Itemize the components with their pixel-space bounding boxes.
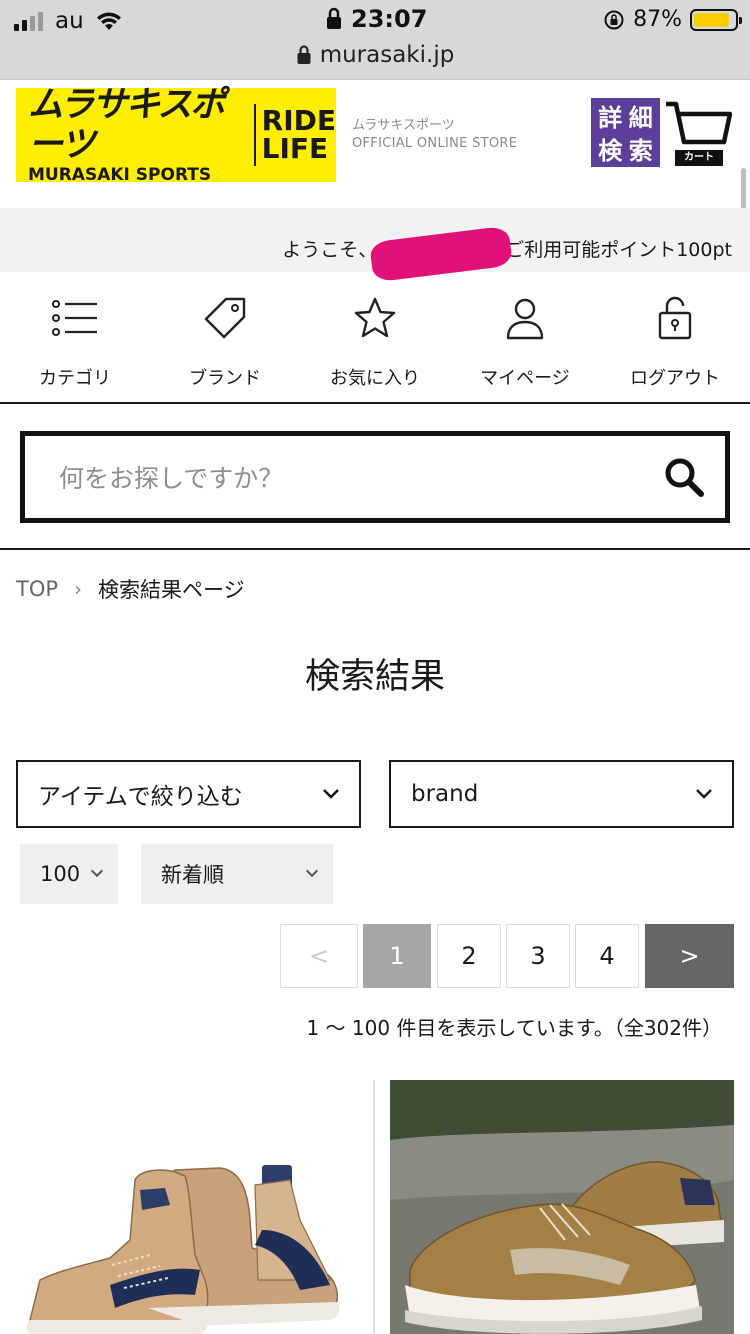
item-filter-value: アイテムで絞り込む <box>38 784 243 810</box>
logo-jp: ムラサキスポーツ <box>28 85 225 165</box>
store-name-jp: ムラサキスポーツ <box>352 118 455 133</box>
adv-search-char-1: 詳 <box>598 104 623 132</box>
welcome-text: ようこそ、 ご利用可能ポイント100pt <box>282 225 732 283</box>
nav-item-category[interactable]: カテゴリ <box>0 272 150 402</box>
pagination-page-3[interactable]: 3 <box>506 924 570 988</box>
pagination-page-4[interactable]: 4 <box>575 924 639 988</box>
star-icon <box>349 292 401 344</box>
user-icon <box>499 292 551 344</box>
search-button[interactable] <box>661 454 707 500</box>
product-image <box>390 1080 734 1334</box>
adv-search-char-4: 索 <box>628 137 653 165</box>
brand-filter-value: brand <box>411 781 479 807</box>
welcome-points: ご利用可能ポイント100pt <box>505 238 732 261</box>
pagination-page-1[interactable]: 1 <box>363 924 431 988</box>
store-name-en: OFFICIAL ONLINE STORE <box>352 136 518 151</box>
url-text: murasaki.jp <box>319 42 455 68</box>
per-page-value: 100 <box>40 862 81 886</box>
nav-label-logout: ログアウト <box>630 368 720 389</box>
pagination-next[interactable]: > <box>645 924 734 988</box>
nav-item-logout[interactable]: ログアウト <box>600 272 750 402</box>
sort-value: 新着順 <box>161 863 224 887</box>
logo-en: MURASAKI SPORTS <box>28 165 212 185</box>
logo-wordmark: ムラサキスポーツ MURASAKI SPORTS <box>16 85 248 185</box>
product-card[interactable] <box>0 1080 372 1334</box>
status-right: 87% <box>603 7 742 32</box>
breadcrumb-current: 検索結果ページ <box>98 578 245 602</box>
signal-icon <box>14 11 43 31</box>
page-title: 検索結果 <box>304 657 445 697</box>
logo-divider <box>253 104 256 166</box>
nav-item-favorites[interactable]: お気に入り <box>300 272 450 402</box>
logo-tagline-life: LIFE <box>261 132 329 165</box>
tag-icon <box>199 292 251 344</box>
search-input[interactable] <box>59 456 639 500</box>
nav-label-brand: ブランド <box>189 368 261 389</box>
nav-item-mypage[interactable]: マイページ <box>450 272 600 402</box>
result-count: 1 〜 100 件目を表示しています。（全302件） <box>306 1016 722 1040</box>
divider <box>0 548 750 550</box>
nav-label-category: カテゴリ <box>39 368 111 389</box>
pagination-prev[interactable]: < <box>280 924 358 988</box>
status-center: 23:07 <box>325 5 427 33</box>
brand-filter-select[interactable]: brand <box>389 760 734 828</box>
adv-search-char-2: 細 <box>628 104 653 132</box>
welcome-bar: ようこそ、 ご利用可能ポイント100pt <box>0 208 750 283</box>
chevron-down-icon <box>696 789 712 799</box>
carrier-label: au <box>55 8 84 34</box>
site-logo[interactable]: ムラサキスポーツ MURASAKI SPORTS RIDE LIFE <box>16 85 336 185</box>
item-filter-select[interactable]: アイテムで絞り込む <box>16 760 361 828</box>
wifi-icon <box>96 12 121 30</box>
product-card[interactable] <box>390 1080 734 1334</box>
product-divider <box>373 1080 375 1334</box>
welcome-prefix: ようこそ、 <box>282 238 378 261</box>
per-page-select[interactable]: 100 <box>20 844 118 904</box>
clock: 23:07 <box>351 5 428 33</box>
breadcrumb: TOP › 検索結果ページ <box>16 574 245 604</box>
sort-select[interactable]: 新着順 <box>141 844 333 904</box>
logo-tagline-ride: RIDE <box>261 104 336 137</box>
icon-nav: カテゴリ ブランド お気に入り マイページ ログアウト <box>0 272 750 404</box>
logo-tagline: RIDE LIFE <box>262 107 336 163</box>
search-box <box>20 431 730 523</box>
nav-label-favorites: お気に入り <box>330 368 420 389</box>
search-icon <box>665 458 704 497</box>
chevron-down-icon <box>305 869 319 878</box>
battery-icon <box>690 8 742 31</box>
product-image <box>26 1165 340 1334</box>
lock-icon <box>297 45 311 64</box>
breadcrumb-top-link[interactable]: TOP <box>16 577 58 601</box>
lock-icon <box>327 7 341 29</box>
list-icon <box>49 292 101 344</box>
nav-item-brand[interactable]: ブランド <box>150 272 300 402</box>
status-left: au <box>14 8 124 34</box>
cart-button[interactable]: カート <box>664 98 733 170</box>
chevron-down-icon <box>323 789 339 799</box>
nav-label-mypage: マイページ <box>480 368 570 389</box>
url-bar[interactable]: murasaki.jp <box>0 38 750 72</box>
adv-search-char-3: 検 <box>598 137 623 165</box>
status-bar: au 23:07 87% murasaki.jp <box>0 0 750 80</box>
unlock-icon <box>649 292 701 344</box>
battery-percent: 87% <box>633 7 682 32</box>
advanced-search-button[interactable]: 詳 細 検 索 <box>591 98 660 167</box>
pagination-page-2[interactable]: 2 <box>437 924 501 988</box>
rotation-lock-icon <box>604 10 624 29</box>
site-header: ムラサキスポーツ MURASAKI SPORTS RIDE LIFE ムラサキス… <box>0 80 750 244</box>
chevron-down-icon <box>90 869 104 878</box>
cart-label: カート <box>675 150 723 166</box>
breadcrumb-separator: › <box>74 577 83 601</box>
